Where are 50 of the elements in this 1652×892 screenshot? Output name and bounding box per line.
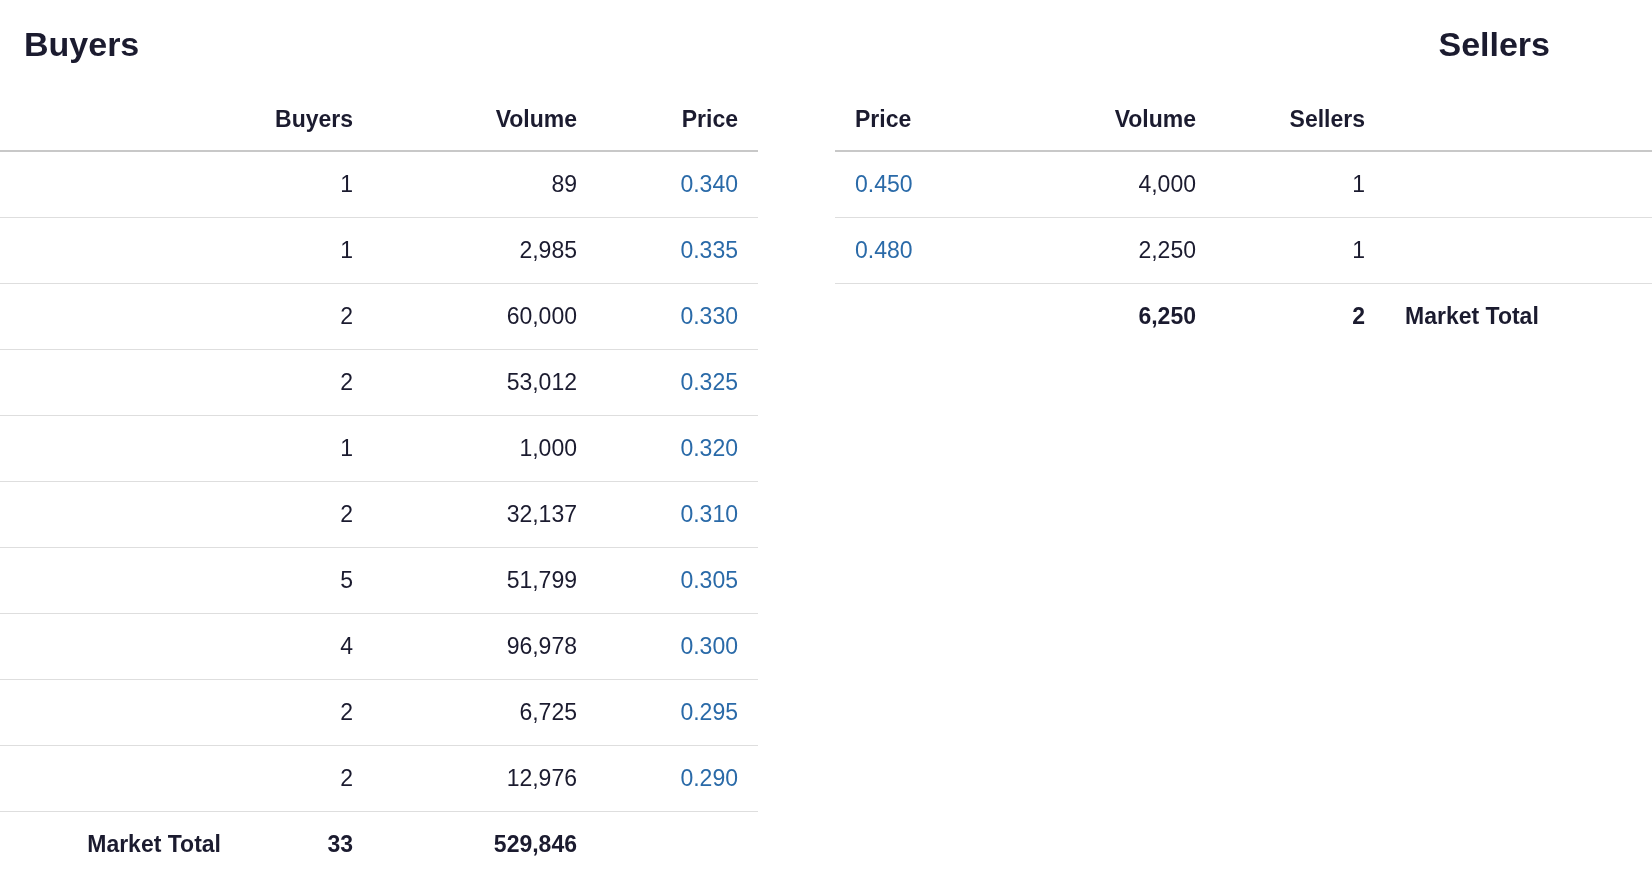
table-cell: 1 bbox=[245, 217, 373, 283]
table-cell: 89 bbox=[373, 151, 597, 217]
table-cell: 2,985 bbox=[373, 217, 597, 283]
table-cell: 60,000 bbox=[373, 283, 597, 349]
table-cell: 12,976 bbox=[373, 745, 597, 811]
price-link[interactable]: 0.295 bbox=[680, 698, 738, 725]
total-label: Market Total bbox=[0, 811, 245, 877]
table-cell: 5 bbox=[245, 547, 373, 613]
table-cell: 2 bbox=[245, 679, 373, 745]
table-cell: 529,846 bbox=[373, 811, 597, 877]
table-cell: 1 bbox=[1216, 217, 1385, 283]
table-cell: 32,137 bbox=[373, 481, 597, 547]
price-link[interactable]: 0.290 bbox=[680, 764, 738, 791]
table-cell: 2 bbox=[245, 481, 373, 547]
table-cell: 2 bbox=[245, 745, 373, 811]
table-cell: 2 bbox=[1216, 283, 1385, 349]
price-link[interactable]: 0.480 bbox=[855, 236, 913, 263]
table-cell: 53,012 bbox=[373, 349, 597, 415]
table-cell: 1,000 bbox=[373, 415, 597, 481]
table-cell: 96,978 bbox=[373, 613, 597, 679]
price-link[interactable]: 0.325 bbox=[680, 368, 738, 395]
table-cell: 1 bbox=[245, 151, 373, 217]
price-link[interactable]: 0.340 bbox=[680, 171, 738, 197]
table-cell: 1 bbox=[1216, 151, 1385, 217]
price-link[interactable]: 0.335 bbox=[680, 236, 738, 263]
table-cell: 1 bbox=[245, 415, 373, 481]
table-cell: 6,250 bbox=[1035, 283, 1216, 349]
price-link[interactable]: 0.310 bbox=[680, 500, 738, 527]
table-cell: 33 bbox=[245, 811, 373, 877]
total-label: Market Total bbox=[1385, 283, 1652, 349]
table-cell: 2 bbox=[245, 283, 373, 349]
price-link[interactable]: 0.330 bbox=[680, 302, 738, 329]
column-header: Buyers bbox=[245, 88, 373, 151]
column-header: Volume bbox=[373, 88, 597, 151]
table-cell: 4 bbox=[245, 613, 373, 679]
price-link[interactable]: 0.305 bbox=[680, 566, 738, 593]
table-cell: 2 bbox=[245, 349, 373, 415]
price-link[interactable]: 0.450 bbox=[855, 171, 913, 197]
price-link[interactable]: 0.320 bbox=[680, 434, 738, 461]
column-header: Sellers bbox=[1216, 88, 1385, 151]
table-cell: 6,725 bbox=[373, 679, 597, 745]
table-cell: 2,250 bbox=[1035, 217, 1216, 283]
section-title: Buyers bbox=[23, 23, 141, 65]
price-link[interactable]: 0.300 bbox=[680, 632, 738, 659]
table-cell: 4,000 bbox=[1035, 151, 1216, 217]
table-cell: 51,799 bbox=[373, 547, 597, 613]
column-header: Volume bbox=[1035, 88, 1216, 151]
column-header: Price bbox=[835, 88, 1035, 151]
column-header: Price bbox=[597, 88, 758, 151]
section-title: Sellers bbox=[1438, 23, 1550, 65]
